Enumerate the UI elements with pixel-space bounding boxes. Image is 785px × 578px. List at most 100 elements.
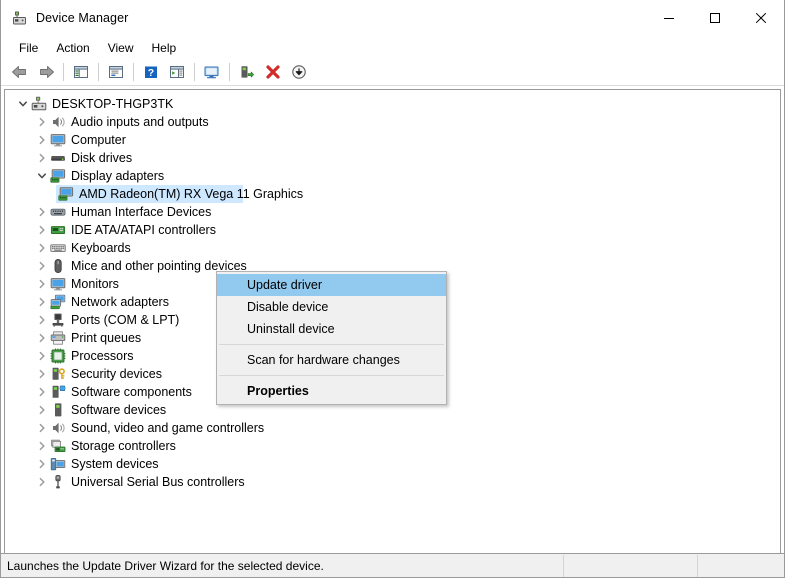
- back-arrow-icon[interactable]: [7, 60, 33, 84]
- tree-item-label: Software devices: [71, 403, 167, 417]
- tree-item-label: Network adapters: [71, 295, 169, 309]
- update-driver-icon[interactable]: [234, 60, 260, 84]
- chevron-down-icon[interactable]: [15, 96, 31, 112]
- chevron-right-icon[interactable]: [34, 330, 50, 346]
- storage-controller-icon: [50, 438, 66, 454]
- chevron-right-icon[interactable]: [34, 312, 50, 328]
- chevron-right-icon[interactable]: [34, 204, 50, 220]
- disable-device-icon[interactable]: [286, 60, 312, 84]
- tree-item-sound-video-and-game-controllers[interactable]: Sound, video and game controllers: [5, 419, 780, 437]
- tree-item-label: Keyboards: [71, 241, 131, 255]
- forward-arrow-icon[interactable]: [33, 60, 59, 84]
- scan-for-hardware-changes-icon[interactable]: [199, 60, 225, 84]
- chevron-right-icon[interactable]: [34, 474, 50, 490]
- printer-icon: [50, 330, 66, 346]
- show-hide-console-tree-icon[interactable]: [68, 60, 94, 84]
- close-button[interactable]: [738, 0, 784, 36]
- tree-item-label: Disk drives: [71, 151, 133, 165]
- tree-item-audio-inputs-and-outputs[interactable]: Audio inputs and outputs: [5, 113, 780, 131]
- chevron-right-icon[interactable]: [34, 132, 50, 148]
- tree-item-label: Audio inputs and outputs: [71, 115, 209, 129]
- display-adapter-icon: [58, 186, 74, 202]
- menu-file[interactable]: File: [10, 39, 47, 58]
- monitor-icon: [50, 276, 66, 292]
- chevron-right-icon[interactable]: [34, 438, 50, 454]
- tree-item-keyboards[interactable]: Keyboards: [5, 239, 780, 257]
- chevron-right-icon[interactable]: [34, 150, 50, 166]
- tree-item-label: IDE ATA/ATAPI controllers: [71, 223, 216, 237]
- computer-root-icon: [31, 96, 47, 112]
- tree-item-computer[interactable]: Computer: [5, 131, 780, 149]
- tree-item-ide-ata-atapi-controllers[interactable]: IDE ATA/ATAPI controllers: [5, 221, 780, 239]
- menu-bar: File Action View Help: [1, 37, 784, 59]
- tree-item-label: System devices: [71, 457, 159, 471]
- mouse-icon: [50, 258, 66, 274]
- context-menu[interactable]: Update driver Disable device Uninstall d…: [216, 271, 447, 405]
- toolbar-separator: [63, 63, 64, 81]
- toolbar-separator: [229, 63, 230, 81]
- window-controls: [646, 0, 784, 36]
- tree-item-universal-serial-bus-controllers[interactable]: Universal Serial Bus controllers: [5, 473, 780, 491]
- minimize-button[interactable]: [646, 0, 692, 36]
- toolbar-separator: [133, 63, 134, 81]
- disk-drive-icon: [50, 150, 66, 166]
- toolbar-separator: [98, 63, 99, 81]
- window-title: Device Manager: [36, 11, 129, 25]
- menu-action[interactable]: Action: [47, 39, 98, 58]
- help-icon[interactable]: ?: [138, 60, 164, 84]
- status-bar-text: Launches the Update Driver Wizard for th…: [7, 558, 324, 573]
- tree-item-label: Computer: [71, 133, 126, 147]
- chevron-right-icon[interactable]: [34, 402, 50, 418]
- chevron-right-icon[interactable]: [34, 258, 50, 274]
- usb-icon: [50, 474, 66, 490]
- tree-item-label: Software components: [71, 385, 192, 399]
- chevron-right-icon[interactable]: [34, 276, 50, 292]
- tree-item-system-devices[interactable]: System devices: [5, 455, 780, 473]
- context-menu-item-properties[interactable]: Properties: [217, 380, 446, 402]
- chevron-down-icon[interactable]: [34, 168, 50, 184]
- device-tree-panel[interactable]: DESKTOP-THGP3TK Audio inputs and outputs…: [4, 89, 781, 553]
- tree-item-disk-drives[interactable]: Disk drives: [5, 149, 780, 167]
- chevron-right-icon[interactable]: [34, 114, 50, 130]
- context-menu-item-uninstall-device[interactable]: Uninstall device: [217, 318, 446, 340]
- context-menu-item-update-driver[interactable]: Update driver: [217, 274, 446, 296]
- tree-item-display-adapters[interactable]: Display adapters: [5, 167, 780, 185]
- tree-item-label: Storage controllers: [71, 439, 176, 453]
- tree-item-label: Print queues: [71, 331, 142, 345]
- tree-item-amd-radeon-rx-vega-11-graphics[interactable]: AMD Radeon(TM) RX Vega 11 Graphics: [5, 185, 780, 203]
- port-icon: [50, 312, 66, 328]
- chevron-right-icon[interactable]: [34, 456, 50, 472]
- network-adapter-icon: [50, 294, 66, 310]
- context-menu-item-disable-device[interactable]: Disable device: [217, 296, 446, 318]
- context-menu-separator: [219, 344, 444, 345]
- maximize-button[interactable]: [692, 0, 738, 36]
- chevron-right-icon[interactable]: [34, 420, 50, 436]
- tree-item-label: AMD Radeon(TM) RX Vega 11 Graphics: [79, 187, 304, 201]
- show-hide-action-pane-icon[interactable]: [164, 60, 190, 84]
- menu-help[interactable]: Help: [143, 39, 186, 58]
- chevron-right-icon[interactable]: [34, 384, 50, 400]
- uninstall-device-icon[interactable]: [260, 60, 286, 84]
- chevron-right-icon[interactable]: [34, 366, 50, 382]
- processor-icon: [50, 348, 66, 364]
- tree-item-label: Display adapters: [71, 169, 165, 183]
- chevron-right-icon[interactable]: [34, 222, 50, 238]
- monitor-icon: [50, 132, 66, 148]
- software-component-icon: [50, 384, 66, 400]
- tree-item-desktop-thgp3tk[interactable]: DESKTOP-THGP3TK: [5, 95, 780, 113]
- status-bar-divider: [697, 554, 698, 577]
- tree-item-human-interface-devices[interactable]: Human Interface Devices: [5, 203, 780, 221]
- chevron-right-icon[interactable]: [34, 294, 50, 310]
- tree-item-label: Sound, video and game controllers: [71, 421, 265, 435]
- context-menu-item-scan-for-hardware-changes[interactable]: Scan for hardware changes: [217, 349, 446, 371]
- ide-controller-icon: [50, 222, 66, 238]
- tree-item-storage-controllers[interactable]: Storage controllers: [5, 437, 780, 455]
- software-device-icon: [50, 402, 66, 418]
- speaker-icon: [50, 114, 66, 130]
- title-bar-left: Device Manager: [1, 10, 128, 26]
- svg-text:?: ?: [148, 67, 154, 79]
- chevron-right-icon[interactable]: [34, 348, 50, 364]
- menu-view[interactable]: View: [99, 39, 143, 58]
- chevron-right-icon[interactable]: [34, 240, 50, 256]
- properties-icon[interactable]: [103, 60, 129, 84]
